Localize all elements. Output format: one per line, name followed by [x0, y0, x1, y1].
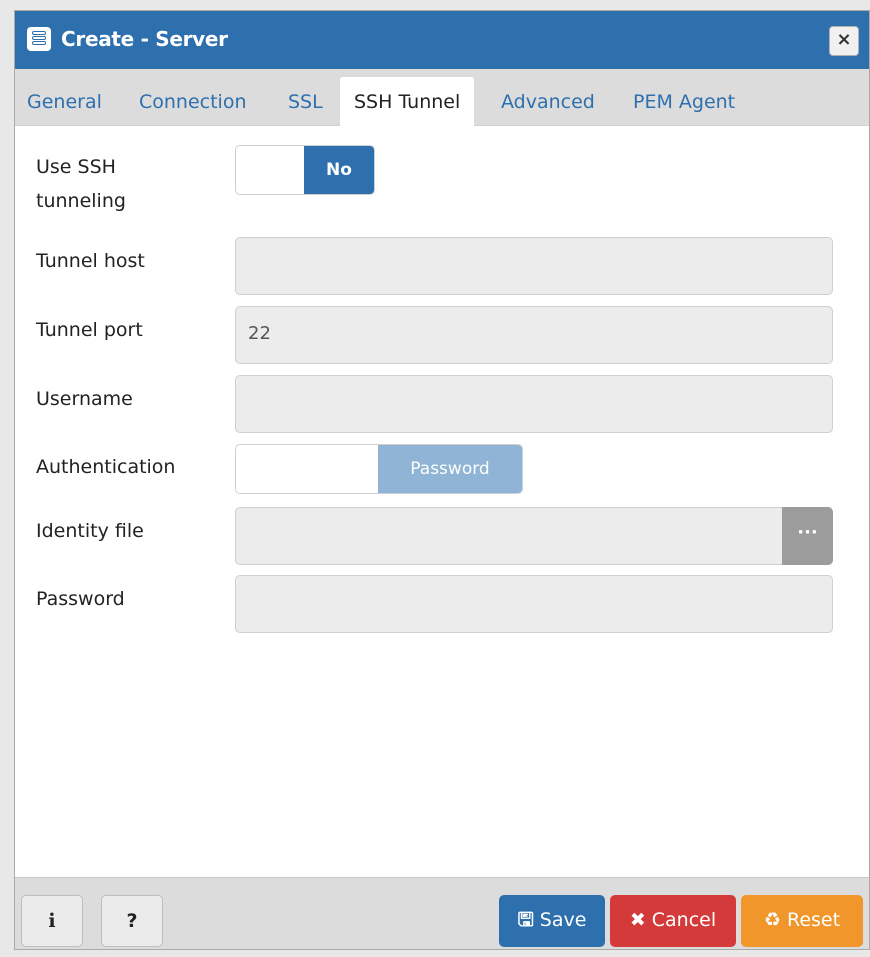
reset-label: Reset: [786, 909, 841, 931]
tunnel-port-input[interactable]: 22: [235, 306, 833, 364]
close-icon: ×: [836, 29, 852, 50]
dialog-footer: i ? 🖫 Save ✖ Cancel ♻ Reset: [15, 877, 869, 949]
create-server-dialog: Create - Server × General Connection SSL…: [14, 10, 870, 950]
tunnel-host-input[interactable]: [235, 237, 833, 295]
close-button[interactable]: ×: [829, 26, 859, 56]
tab-ssl[interactable]: SSL: [288, 91, 323, 113]
server-icon: [27, 27, 51, 51]
tab-pem-agent[interactable]: PEM Agent: [633, 91, 735, 113]
dialog-titlebar: Create - Server ×: [15, 11, 869, 69]
browse-file-button[interactable]: ···: [782, 507, 833, 565]
cancel-button[interactable]: ✖ Cancel: [610, 895, 736, 947]
identity-file-label: Identity file: [36, 520, 144, 542]
use-ssh-label-line2: tunneling: [36, 190, 126, 212]
password-input[interactable]: [235, 575, 833, 633]
use-ssh-label-line1: Use SSH: [36, 156, 116, 178]
authentication-label: Authentication: [36, 456, 176, 478]
help-button[interactable]: ?: [101, 895, 163, 947]
tab-bar: General Connection SSL SSH Tunnel Advanc…: [15, 69, 869, 126]
identity-file-input[interactable]: ···: [235, 507, 833, 565]
cancel-label: Cancel: [651, 909, 717, 931]
password-label: Password: [36, 588, 125, 610]
save-button[interactable]: 🖫 Save: [499, 895, 605, 947]
username-label: Username: [36, 388, 133, 410]
reset-button[interactable]: ♻ Reset: [741, 895, 863, 947]
username-input[interactable]: [235, 375, 833, 433]
dialog-title: Create - Server: [61, 27, 228, 51]
tab-general[interactable]: General: [27, 91, 102, 113]
tab-advanced[interactable]: Advanced: [501, 91, 595, 113]
tab-ssh-tunnel[interactable]: SSH Tunnel: [340, 77, 475, 126]
use-ssh-toggle[interactable]: No: [235, 145, 375, 195]
save-label: Save: [539, 909, 587, 931]
use-ssh-toggle-state: No: [304, 146, 374, 194]
authentication-toggle[interactable]: Password: [235, 444, 523, 494]
tab-connection[interactable]: Connection: [139, 91, 247, 113]
tunnel-host-label: Tunnel host: [36, 250, 145, 272]
info-button[interactable]: i: [21, 895, 83, 947]
cancel-icon: ✖: [629, 909, 646, 931]
authentication-toggle-state: Password: [378, 445, 522, 493]
help-icon: ?: [126, 910, 138, 932]
tunnel-port-value: 22: [248, 323, 271, 344]
reset-icon: ♻: [763, 909, 781, 931]
info-icon: i: [48, 910, 56, 932]
save-icon: 🖫: [517, 909, 534, 931]
tunnel-port-label: Tunnel port: [36, 319, 143, 341]
